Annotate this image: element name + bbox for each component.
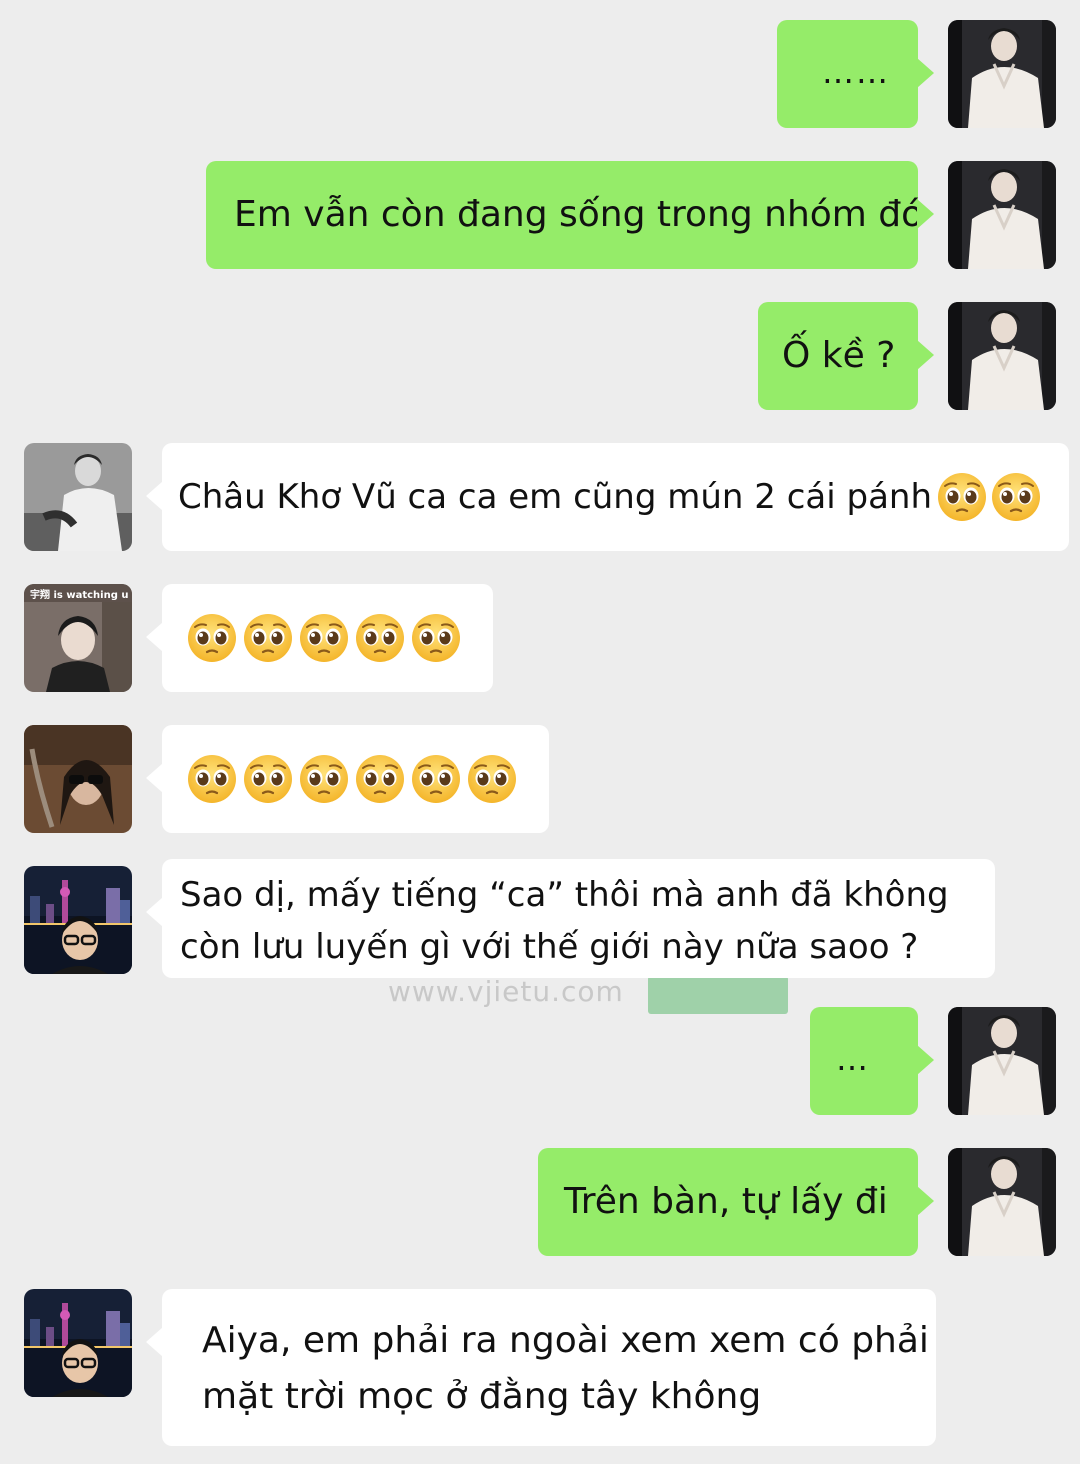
- avatar-self-icon[interactable]: [948, 302, 1056, 410]
- watermark-text: www.vjietu.com: [388, 975, 624, 1008]
- avatar-self-icon[interactable]: [948, 161, 1056, 269]
- avatar-caption: 宇翔 is watching u: [30, 590, 129, 601]
- emoji-group: [936, 471, 1042, 523]
- message-bubble-outgoing[interactable]: ……: [777, 20, 934, 128]
- avatar-self-icon[interactable]: [948, 1007, 1056, 1115]
- message-bubble-outgoing[interactable]: Ố kề ?: [758, 302, 934, 410]
- pleading-face-icon: [298, 612, 350, 664]
- emoji-group: [162, 725, 549, 833]
- pleading-face-icon: [936, 471, 988, 523]
- avatar-self-icon[interactable]: [948, 20, 1056, 128]
- pleading-face-icon: [410, 612, 462, 664]
- message-bubble-outgoing[interactable]: Trên bàn, tự lấy đi: [538, 1148, 934, 1256]
- pleading-face-icon: [242, 612, 294, 664]
- message-text: Em vẫn còn đang sống trong nhóm đó: [234, 194, 924, 235]
- message-text: Trên bàn, tự lấy đi: [564, 1181, 888, 1222]
- message-text-line-1: Sao dị, mấy tiếng “ca” thôi mà anh đã kh…: [180, 875, 949, 915]
- message-text: …: [836, 1040, 868, 1078]
- avatar-sunglasses-icon[interactable]: [24, 725, 132, 833]
- pleading-face-icon: [186, 612, 238, 664]
- message-bubble-incoming[interactable]: Châu Khơ Vũ ca ca em cũng mún 2 cái pánh: [146, 443, 1069, 551]
- pleading-face-icon: [410, 753, 462, 805]
- message-text: ……: [822, 53, 890, 91]
- message-text: Ố kề ?: [782, 335, 896, 376]
- message-bubble-incoming[interactable]: Aiya, em phải ra ngoài xem xem có phải m…: [146, 1289, 936, 1446]
- message-bubble-outgoing[interactable]: …: [810, 1007, 934, 1115]
- pleading-face-icon: [298, 753, 350, 805]
- avatar-self-icon[interactable]: [948, 1148, 1056, 1256]
- emoji-group: [162, 584, 493, 692]
- message-bubble-outgoing[interactable]: Em vẫn còn đang sống trong nhóm đó: [206, 161, 934, 269]
- message-text-line-2: mặt trời mọc ở đằng tây không: [202, 1376, 762, 1417]
- pleading-face-icon: [242, 753, 294, 805]
- message-text: Châu Khơ Vũ ca ca em cũng mún 2 cái pánh: [178, 477, 933, 517]
- avatar-watching-icon[interactable]: 宇翔 is watching u: [24, 584, 132, 692]
- message-text-line-1: Aiya, em phải ra ngoài xem xem có phải: [202, 1320, 929, 1361]
- pleading-face-icon: [354, 753, 406, 805]
- message-text-line-2: còn lưu luyến gì với thế giới này nữa sa…: [180, 927, 919, 967]
- message-bubble-incoming[interactable]: [146, 584, 493, 692]
- avatar-bw-man-icon[interactable]: [24, 443, 132, 551]
- watermark-logo: [648, 976, 788, 1014]
- avatar-city-night-icon[interactable]: [24, 1289, 132, 1397]
- pleading-face-icon: [466, 753, 518, 805]
- pleading-face-icon: [354, 612, 406, 664]
- avatar-city-night-icon[interactable]: [24, 866, 132, 974]
- message-bubble-incoming[interactable]: Sao dị, mấy tiếng “ca” thôi mà anh đã kh…: [146, 859, 995, 978]
- pleading-face-icon: [990, 471, 1042, 523]
- pleading-face-icon: [186, 753, 238, 805]
- message-bubble-incoming[interactable]: [146, 725, 549, 833]
